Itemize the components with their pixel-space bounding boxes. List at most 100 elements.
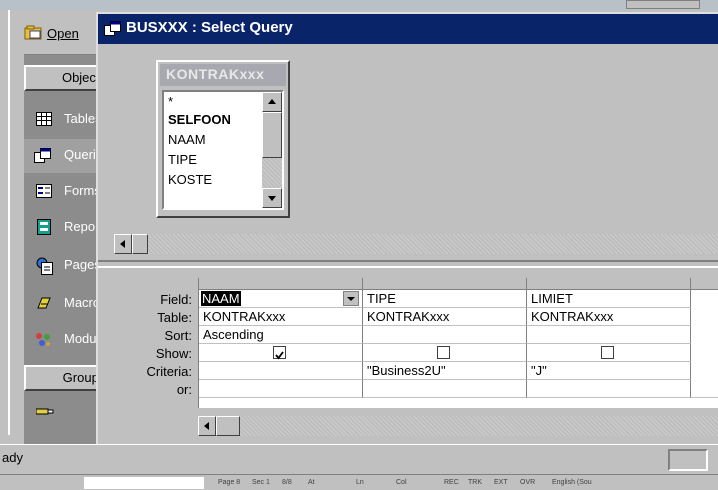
status-panel	[668, 449, 708, 471]
grid-cell-or[interactable]	[199, 380, 363, 398]
field-list-item[interactable]: KOSTE	[168, 172, 212, 187]
taskbar-item: REC	[444, 479, 459, 486]
query-icon	[34, 148, 52, 167]
scroll-track[interactable]	[148, 234, 718, 254]
table-pane-hscrollbar[interactable]	[114, 234, 718, 254]
field-list-item[interactable]: *	[168, 94, 173, 109]
column-selector-strip	[199, 278, 718, 290]
scroll-thumb[interactable]	[262, 112, 282, 158]
grid-cell-sort[interactable]: Ascending	[199, 326, 363, 344]
field-list-item[interactable]: SELFOON	[168, 112, 231, 127]
scroll-left-button[interactable]	[114, 234, 132, 254]
row-label-criteria: Criteria:	[146, 364, 192, 379]
taskbar-item: At	[308, 479, 315, 486]
grid-cell-criteria[interactable]: "J"	[527, 362, 691, 380]
field-value-selected: NAAM	[201, 291, 241, 306]
chevron-down-icon	[347, 297, 355, 301]
scroll-track[interactable]	[262, 158, 282, 188]
field-list-item[interactable]: TIPE	[168, 152, 197, 167]
macro-icon	[36, 296, 52, 313]
grid-cell-table[interactable]: KONTRAKxxx	[527, 308, 691, 326]
form-icon	[36, 184, 52, 201]
open-icon	[24, 25, 44, 41]
column-selector[interactable]	[363, 278, 527, 290]
window-control-buttons[interactable]	[626, 0, 700, 9]
grid-row-labels: Field: Table: Sort: Show: Criteria: or:	[98, 290, 192, 420]
column-selector[interactable]	[691, 278, 718, 290]
scroll-up-button[interactable]	[262, 92, 282, 112]
taskbar-item: Col	[396, 479, 407, 486]
column-selector[interactable]	[527, 278, 691, 290]
taskbar-item: Ln	[356, 479, 364, 486]
favorites-icon	[35, 405, 54, 420]
taskbar-item: Page 8	[218, 479, 241, 486]
report-icon	[36, 219, 52, 238]
design-grid-pane: Field: Table: Sort: Show: Criteria: or: …	[98, 270, 718, 446]
grid-cell-field[interactable]: LIMIET	[527, 290, 691, 308]
query-window: BUSXXX : Select Query KONTRAKxxx * SELFO…	[96, 12, 718, 446]
field-list-box[interactable]: KONTRAKxxx * SELFOON NAAM TIPE KOSTE	[156, 60, 290, 218]
scroll-thumb[interactable]	[216, 416, 240, 436]
grid-cell-field[interactable]: TIPE	[363, 290, 527, 308]
grid-cell-criteria[interactable]: "Business2U"	[363, 362, 527, 380]
table-pane: KONTRAKxxx * SELFOON NAAM TIPE KOSTE	[98, 44, 718, 260]
row-label-table: Table:	[157, 310, 192, 325]
row-label-or: or:	[176, 382, 192, 397]
show-checkbox[interactable]	[437, 346, 450, 359]
field-list-item[interactable]: NAAM	[168, 132, 206, 147]
pane-splitter[interactable]	[98, 260, 718, 268]
grid-cell-show[interactable]	[527, 344, 691, 362]
grid-cell-empty[interactable]	[691, 290, 718, 398]
taskbar-item: 8/8	[282, 479, 292, 486]
field-dropdown-button[interactable]	[343, 291, 359, 306]
page-icon	[36, 257, 54, 278]
word-status-area: Page 8 Sec 1 8/8 At Ln Col REC TRK EXT O…	[206, 476, 718, 490]
grid-cell-show[interactable]	[199, 344, 363, 362]
query-window-title: BUSXXX : Select Query	[126, 19, 293, 36]
grid-cell-sort[interactable]	[363, 326, 527, 344]
column-selector[interactable]	[199, 278, 363, 290]
grid-cell-sort[interactable]	[527, 326, 691, 344]
scroll-left-button[interactable]	[198, 416, 216, 436]
scroll-left-icon	[120, 240, 125, 248]
scroll-track[interactable]	[240, 416, 718, 436]
field-list-scrollbar[interactable]	[262, 92, 282, 208]
open-button[interactable]: Open	[24, 23, 104, 45]
show-checkbox[interactable]	[601, 346, 614, 359]
field-list-title-bar[interactable]: KONTRAKxxx	[160, 64, 286, 86]
grid-cell-criteria[interactable]	[199, 362, 363, 380]
bottom-taskbar: Page 8 Sec 1 8/8 At Ln Col REC TRK EXT O…	[0, 474, 718, 490]
grid-cell-table[interactable]: KONTRAKxxx	[199, 308, 363, 326]
query-window-title-bar[interactable]: BUSXXX : Select Query	[98, 14, 718, 44]
show-checkbox[interactable]	[273, 346, 286, 360]
status-bar: ady	[0, 444, 718, 474]
status-text: ady	[2, 450, 23, 465]
row-label-show: Show:	[155, 346, 192, 361]
table-icon	[36, 112, 52, 129]
taskbar-item: Sec 1	[252, 479, 270, 486]
taskbar-white-area	[84, 477, 204, 489]
grid-hscrollbar[interactable]	[198, 416, 718, 436]
field-list: * SELFOON NAAM TIPE KOSTE	[162, 90, 284, 210]
query-icon	[104, 21, 122, 40]
scroll-up-icon	[268, 99, 276, 104]
scroll-left-icon	[204, 422, 209, 430]
module-icon	[34, 331, 52, 352]
grid-cell-or[interactable]	[527, 380, 691, 398]
row-label-sort: Sort:	[164, 328, 192, 343]
grid-cell-field[interactable]: NAAM	[199, 290, 363, 308]
grid-cell-table[interactable]: KONTRAKxxx	[363, 308, 527, 326]
scroll-down-button[interactable]	[262, 188, 282, 208]
grid-cell-or[interactable]	[363, 380, 527, 398]
main-title-bar	[0, 0, 718, 10]
taskbar-item: English (Sou	[552, 479, 592, 486]
grid-cell-show[interactable]	[363, 344, 527, 362]
field-list-title: KONTRAKxxx	[166, 66, 265, 82]
checkmark-icon	[275, 351, 284, 360]
open-label: Open	[47, 26, 79, 41]
scroll-thumb[interactable]	[132, 234, 148, 254]
taskbar-item: EXT	[494, 479, 508, 486]
design-grid: NAAM KONTRAKxxx Ascending TIPE KONTRAKxx…	[198, 278, 718, 408]
scroll-down-icon	[268, 196, 276, 201]
taskbar-item: TRK	[468, 479, 482, 486]
